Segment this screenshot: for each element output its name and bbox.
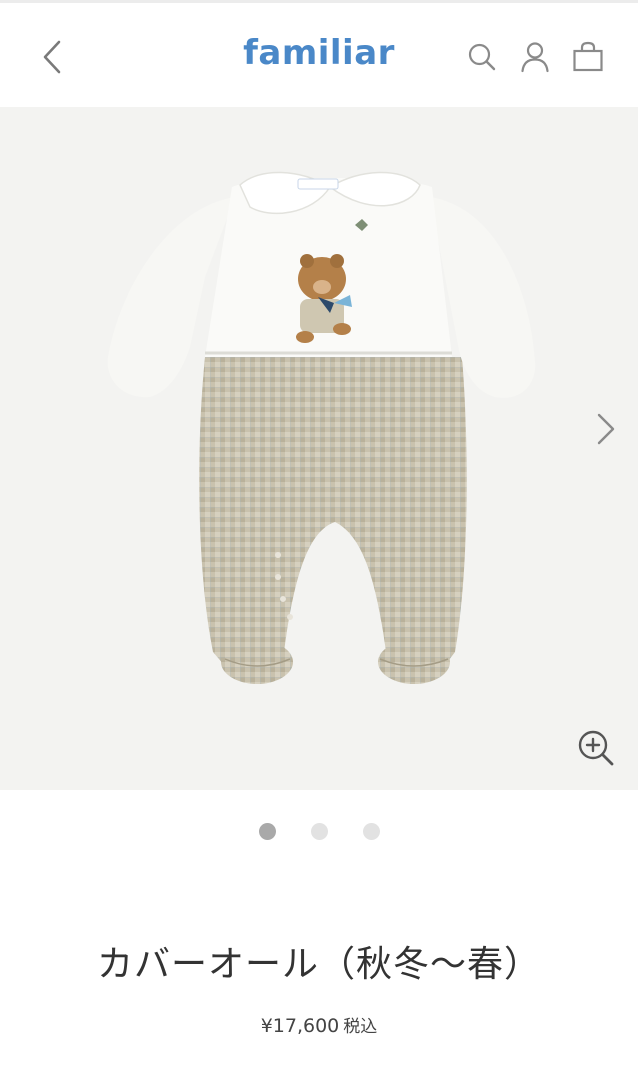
product-price: ¥17,600 [260, 1015, 340, 1037]
user-icon [521, 42, 549, 73]
cart-button[interactable] [570, 37, 606, 77]
carousel-pagination [0, 820, 638, 842]
zoom-in-icon [578, 730, 614, 766]
product-title: カバーオール（秋冬〜春） [96, 944, 541, 985]
chevron-right-icon [597, 413, 615, 445]
carousel-dot-3[interactable] [362, 822, 380, 840]
zoom-button[interactable] [574, 726, 618, 770]
tax-included-label: 税込 [343, 1017, 378, 1037]
product-image[interactable] [0, 107, 638, 790]
product-gallery[interactable] [0, 107, 638, 790]
search-icon [468, 43, 496, 71]
product-price-row: ¥17,600 税込 [0, 1012, 638, 1037]
site-header: familiar [0, 3, 638, 107]
search-button[interactable] [464, 37, 500, 77]
carousel-dot-2[interactable] [310, 822, 328, 840]
shopping-bag-icon [573, 41, 603, 72]
account-button[interactable] [517, 37, 553, 77]
next-image-button[interactable] [588, 407, 624, 451]
carousel-dot-1[interactable] [258, 822, 276, 840]
